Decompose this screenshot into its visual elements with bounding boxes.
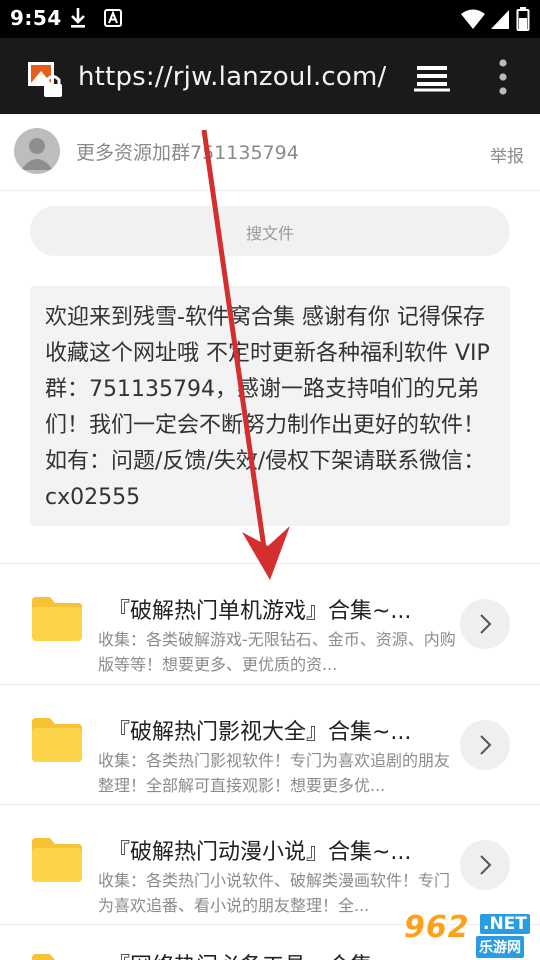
watermark-logo: 962 .NET 乐游网 bbox=[398, 910, 534, 958]
download-icon bbox=[71, 8, 85, 28]
chevron-right-button[interactable] bbox=[460, 599, 510, 649]
wifi-icon bbox=[461, 9, 485, 29]
folder-description: 收集：各类破解游戏-无限钻石、金币、资源、内购版等等！想要更多、更优质的资... bbox=[98, 630, 456, 674]
folder-description: 收集：各类热门影视软件！专门为喜欢追剧的朋友整理！全部解可直接观影！想要更多优.… bbox=[98, 751, 451, 795]
tabs-icon[interactable] bbox=[414, 60, 450, 94]
battery-icon bbox=[516, 7, 530, 31]
folder-title: 『破解热门单机游戏』合集~... bbox=[108, 599, 412, 624]
browser-toolbar: https://rjw.lanzoul.com/s/ bbox=[0, 38, 540, 114]
folder-icon bbox=[32, 838, 82, 882]
chevron-right-icon bbox=[480, 735, 492, 755]
folder-item[interactable]: 『破解热门单机游戏』合集~... 收集：各类破解游戏-无限钻石、金币、资源、内购… bbox=[0, 565, 540, 683]
folder-icon bbox=[32, 718, 82, 762]
folder-icon bbox=[32, 597, 82, 641]
watermark-number: 962 bbox=[404, 910, 470, 945]
a-notification-icon bbox=[104, 9, 122, 27]
watermark-site: 乐游网 bbox=[476, 936, 524, 958]
folder-title: 『破解热门影视大全』合集~... bbox=[108, 720, 412, 745]
report-button[interactable]: 举报 bbox=[490, 142, 524, 167]
folder-item[interactable]: 『破解热门影视大全』合集~... 收集：各类热门影视软件！专门为喜欢追剧的朋友整… bbox=[0, 686, 540, 804]
divider bbox=[0, 563, 540, 564]
watermark-net: .NET bbox=[480, 914, 530, 934]
signal-icon bbox=[491, 10, 509, 29]
status-bar: 9:54 bbox=[0, 0, 540, 38]
avatar[interactable] bbox=[14, 128, 60, 174]
folder-item[interactable]: 『破解热门动漫小说』合集~... 收集：各类热门小说软件、破解类漫画软件！专门为… bbox=[0, 806, 540, 924]
chevron-right-icon bbox=[480, 855, 492, 875]
announcement-box: 欢迎来到残雪-软件窝合集 感谢有你 记得保存收藏这个网址哦 不定时更新各种福利软… bbox=[30, 286, 510, 526]
site-icon[interactable] bbox=[26, 60, 66, 100]
folder-icon bbox=[32, 954, 78, 960]
folder-title: 『破解热门动漫小说』合集~... bbox=[108, 840, 412, 865]
url-bar[interactable]: https://rjw.lanzoul.com/s/ bbox=[78, 62, 386, 92]
menu-icon[interactable] bbox=[496, 58, 510, 96]
user-icon bbox=[21, 138, 53, 170]
search-input[interactable]: 搜文件 bbox=[30, 206, 510, 256]
divider bbox=[0, 684, 540, 685]
chevron-right-button[interactable] bbox=[460, 720, 510, 770]
status-time: 9:54 bbox=[10, 6, 62, 30]
divider bbox=[0, 804, 540, 805]
chevron-right-button[interactable] bbox=[460, 840, 510, 890]
folder-title: 『网络热门必备工具』合集~... bbox=[108, 948, 438, 960]
search-placeholder: 搜文件 bbox=[245, 224, 294, 243]
announcement-text: 欢迎来到残雪-软件窝合集 感谢有你 记得保存收藏这个网址哦 不定时更新各种福利软… bbox=[45, 305, 490, 510]
profile-text: 更多资源加群751135794 bbox=[76, 142, 299, 164]
profile-header: 更多资源加群751135794 举报 bbox=[0, 114, 540, 191]
chevron-right-icon bbox=[480, 614, 492, 634]
